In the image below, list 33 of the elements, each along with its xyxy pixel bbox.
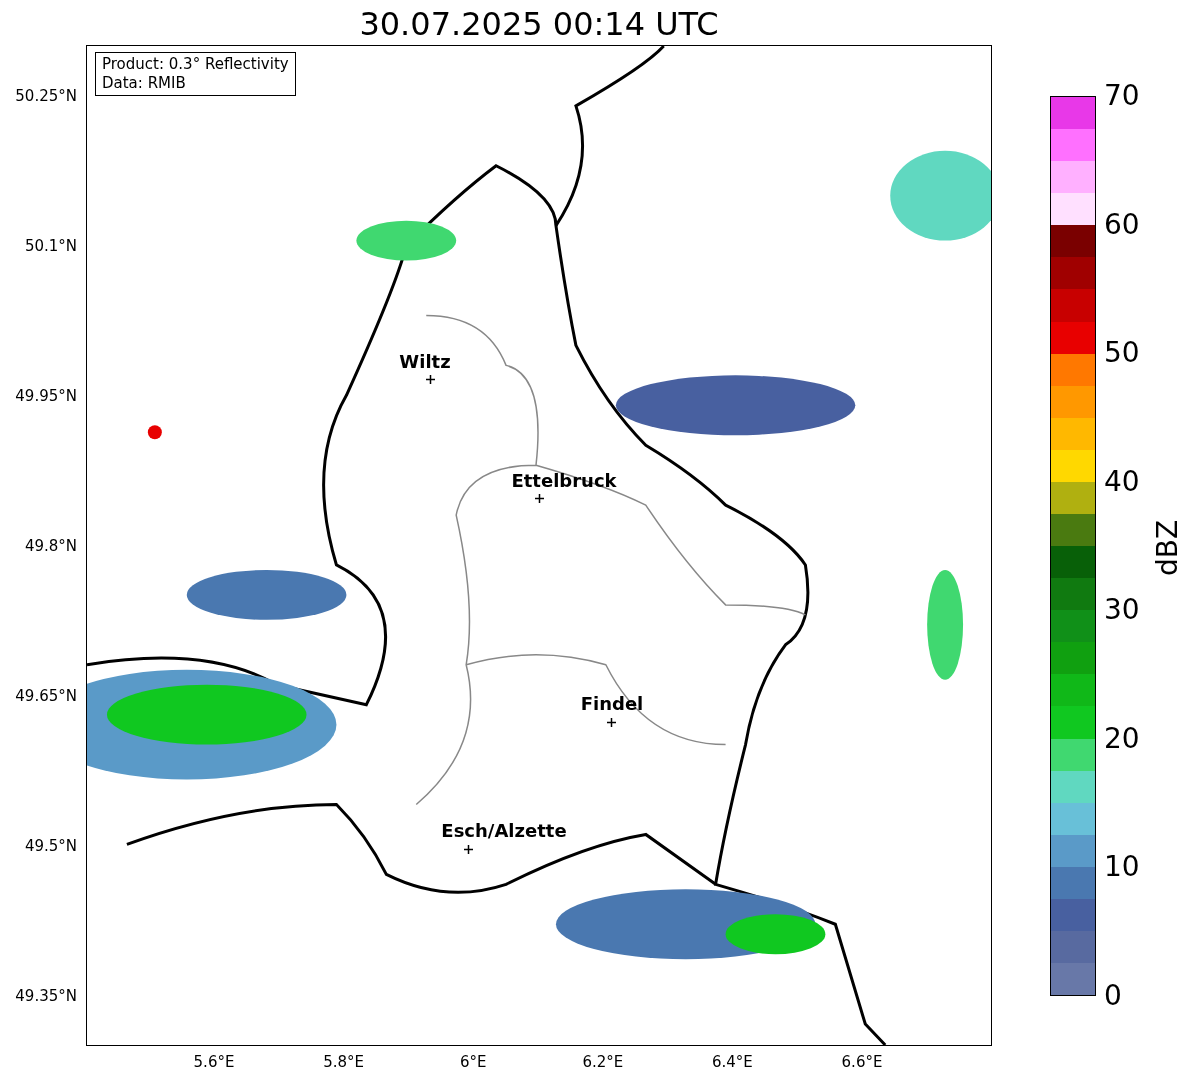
colorbar-tick-label: 60 <box>1104 209 1140 240</box>
city-marker-icon <box>607 718 616 727</box>
city-marker-icon <box>535 494 544 503</box>
city-marker-icon <box>464 845 473 854</box>
colorbar-tick-label: 70 <box>1104 81 1140 111</box>
legend-text: Data: RMIB <box>102 74 187 93</box>
x-axis-label: 5.6°E <box>193 1052 235 1073</box>
city-marker-icon <box>426 375 435 384</box>
colorbar-tick-label: 10 <box>1104 852 1140 883</box>
plot-title: 30.07.2025 00:14 UTC <box>358 4 720 44</box>
place-label: Findel <box>580 694 644 714</box>
place-label: Ettelbruck <box>511 471 617 491</box>
x-axis-label: 6.6°E <box>841 1052 883 1073</box>
place-label: Esch/Alzette <box>441 821 567 841</box>
colorbar-tick-label: 0 <box>1104 981 1122 1011</box>
colorbar-tick-label: 20 <box>1104 723 1140 754</box>
colorbar-label: dBZ <box>1150 519 1184 577</box>
x-axis-label: 6°E <box>459 1052 487 1073</box>
y-axis-label: 49.95°N <box>15 385 77 407</box>
y-axis-label: 49.35°N <box>15 985 77 1007</box>
y-axis-label: 50.1°N <box>24 235 77 257</box>
colorbar-tick-label: 40 <box>1104 466 1140 497</box>
y-axis-label: 49.8°N <box>24 535 77 557</box>
place-label: Wiltz <box>399 352 451 372</box>
colorbar-tick-label: 30 <box>1104 595 1140 626</box>
y-axis-label: 49.65°N <box>15 685 77 707</box>
legend-text: Product: 0.3° Reflectivity <box>102 55 289 74</box>
x-axis-label: 6.2°E <box>582 1052 624 1073</box>
y-axis-label: 50.25°N <box>15 85 77 107</box>
colorbar-tick-label: 50 <box>1104 338 1140 369</box>
x-axis-label: 5.8°E <box>323 1052 364 1073</box>
y-axis-label: 49.5°N <box>24 835 77 857</box>
x-axis-label: 6.4°E <box>711 1052 753 1073</box>
